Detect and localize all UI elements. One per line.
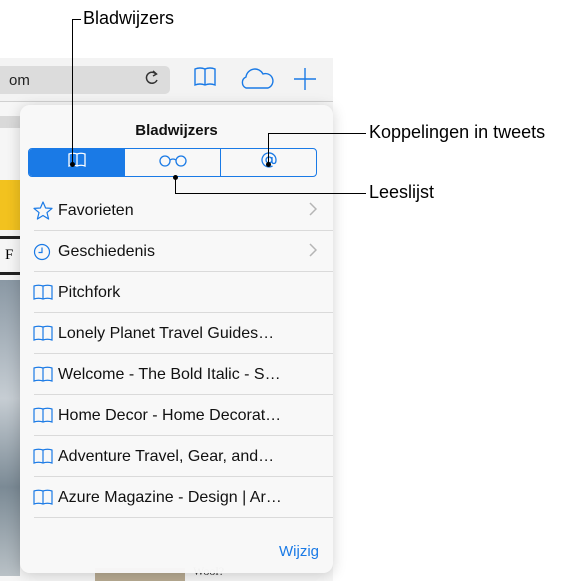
bookmark-label: Pitchfork bbox=[58, 283, 121, 301]
bookmark-label: Adventure Travel, Gear, and… bbox=[58, 447, 275, 465]
chevron-right-icon bbox=[309, 202, 318, 220]
book-icon bbox=[20, 325, 58, 342]
page-fragment-bar bbox=[0, 116, 20, 128]
page-fragment-yellow bbox=[0, 180, 20, 230]
bookmark-label: Azure Magazine - Design | Ar… bbox=[58, 488, 282, 506]
new-tab-plus-icon[interactable] bbox=[293, 67, 317, 96]
clock-icon bbox=[20, 243, 58, 261]
book-icon bbox=[20, 284, 58, 301]
popover-title: Bladwijzers bbox=[135, 122, 218, 139]
bookmark-label: Lonely Planet Travel Guides… bbox=[58, 324, 275, 342]
bookmark-list: Favorieten Geschiedenis Pitchfork Lonely… bbox=[20, 190, 333, 518]
callout-line-koppelingen-v bbox=[268, 133, 269, 164]
callout-leeslijst: Leeslijst bbox=[369, 182, 435, 202]
bookmark-label: Geschiedenis bbox=[58, 242, 155, 260]
browser-toolbar: om bbox=[0, 58, 333, 102]
page-fragment-photo bbox=[0, 280, 20, 576]
bookmark-row[interactable]: Welcome - The Bold Italic - S… bbox=[20, 354, 333, 395]
edit-button[interactable]: Wijzig bbox=[279, 543, 319, 560]
reload-icon[interactable] bbox=[145, 69, 159, 92]
bookmark-row[interactable]: Adventure Travel, Gear, and… bbox=[20, 436, 333, 477]
cloud-tabs-icon[interactable] bbox=[238, 68, 276, 95]
bookmark-row[interactable]: Azure Magazine - Design | Ar… bbox=[20, 477, 333, 518]
callout-dot-koppelingen bbox=[266, 162, 271, 167]
callout-line-leeslijst-h bbox=[175, 193, 366, 194]
callout-dot-bladwijzers bbox=[70, 162, 75, 167]
bookmark-label: Favorieten bbox=[58, 201, 134, 219]
star-icon bbox=[20, 201, 58, 220]
callout-line-bladwijzers-v bbox=[72, 19, 73, 164]
bookmark-row-favorieten[interactable]: Favorieten bbox=[20, 190, 333, 231]
callout-line-leeslijst-v bbox=[175, 178, 176, 194]
segment-bookmarks[interactable] bbox=[29, 149, 124, 176]
callout-line-bladwijzers-h bbox=[72, 19, 81, 20]
book-icon bbox=[20, 489, 58, 506]
page-fragment-letter: F bbox=[5, 247, 14, 263]
book-icon bbox=[20, 366, 58, 383]
bookmark-row[interactable]: Pitchfork bbox=[20, 272, 333, 313]
book-icon bbox=[20, 448, 58, 465]
address-text: om bbox=[9, 72, 30, 89]
glasses-icon bbox=[158, 154, 188, 172]
bookmark-row[interactable]: Lonely Planet Travel Guides… bbox=[20, 313, 333, 354]
callout-dot-leeslijst bbox=[173, 175, 178, 180]
bookmark-row[interactable]: Home Decor - Home Decorat… bbox=[20, 395, 333, 436]
bookmark-row-geschiedenis[interactable]: Geschiedenis bbox=[20, 231, 333, 272]
segment-reading-list[interactable] bbox=[124, 149, 220, 176]
callout-koppelingen: Koppelingen in tweets bbox=[369, 122, 546, 142]
page-fragment-rule bbox=[0, 236, 20, 239]
callout-bladwijzers: Bladwijzers bbox=[83, 8, 175, 28]
bookmark-label: Welcome - The Bold Italic - S… bbox=[58, 365, 281, 383]
address-bar[interactable]: om bbox=[0, 66, 170, 94]
chevron-right-icon bbox=[309, 243, 318, 261]
bookmarks-toolbar-icon[interactable] bbox=[193, 66, 217, 93]
book-icon bbox=[20, 407, 58, 424]
callout-line-koppelingen-h bbox=[268, 133, 366, 134]
page-fragment-rule-2 bbox=[0, 272, 20, 275]
bookmark-label: Home Decor - Home Decorat… bbox=[58, 406, 282, 424]
